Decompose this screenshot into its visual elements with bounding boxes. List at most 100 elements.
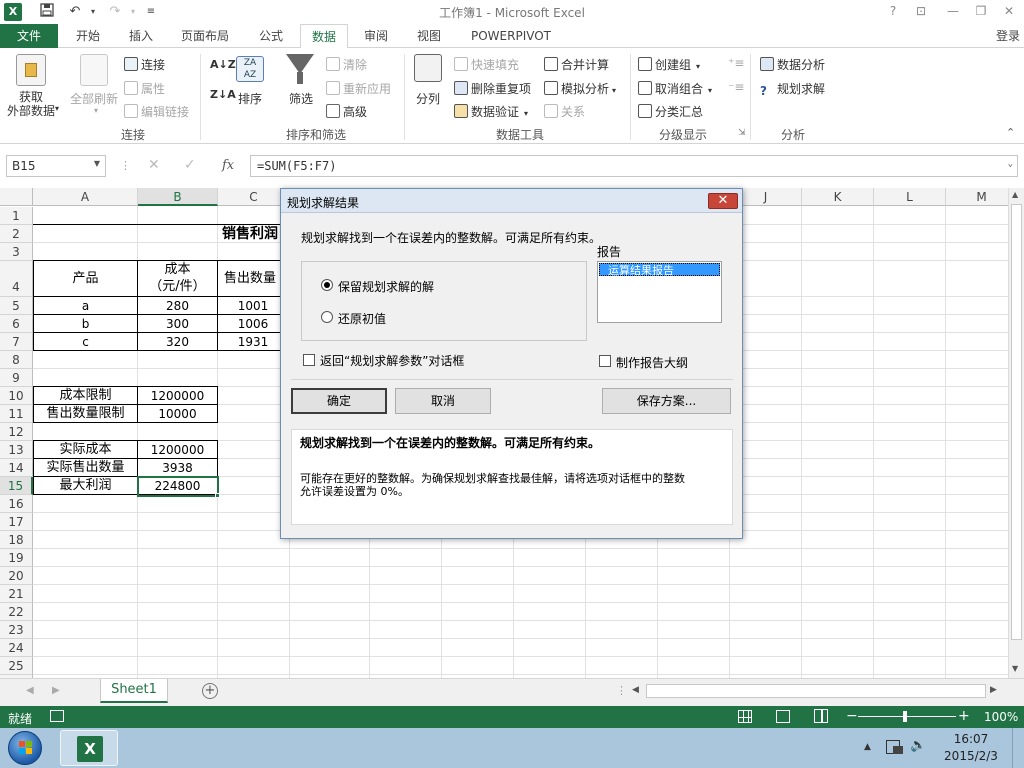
cell-a6[interactable]: b (34, 315, 137, 333)
ok-button[interactable]: 确定 (291, 388, 387, 414)
show-desktop-button[interactable] (1012, 728, 1024, 768)
cancel-button[interactable]: 取消 (395, 388, 491, 414)
restore-values-label[interactable]: 还原初值 (338, 310, 386, 327)
cell-c5[interactable]: 1001 (218, 297, 288, 315)
edit-links-button[interactable]: 编辑链接 (124, 103, 189, 120)
collapse-ribbon-icon[interactable]: ⌃ (1006, 126, 1015, 139)
outline-reports-checkbox[interactable] (599, 355, 611, 367)
horizontal-scrollbar[interactable] (646, 684, 986, 698)
row-header-20[interactable]: 20 (0, 567, 33, 585)
row-header-4[interactable]: 4 (0, 261, 33, 297)
sort-descending-button[interactable]: Z↓A (210, 88, 236, 101)
help-icon[interactable]: ? (882, 2, 904, 20)
tab-home[interactable]: 开始 (64, 24, 112, 48)
row-header-13[interactable]: 13 (0, 441, 33, 459)
tab-file[interactable]: 文件 (0, 24, 58, 48)
close-icon[interactable]: ✕ (998, 2, 1020, 20)
network-icon[interactable] (893, 746, 903, 754)
cell-b11[interactable]: 10000 (138, 405, 217, 423)
group-button[interactable]: 创建组 ▾ (638, 56, 700, 73)
column-header-b[interactable]: B (138, 188, 218, 206)
save-scenario-button[interactable]: 保存方案... (602, 388, 731, 414)
name-box-dropdown-icon[interactable]: ▼ (94, 159, 100, 168)
connections-button[interactable]: 连接 (124, 56, 165, 73)
row-header-14[interactable]: 14 (0, 459, 33, 477)
data-validation-button[interactable]: 数据验证 ▾ (454, 103, 528, 120)
cell-a15[interactable]: 最大利润 (34, 477, 137, 495)
cancel-entry-icon[interactable]: ✕ (148, 157, 160, 173)
cell-a5[interactable]: a (34, 297, 137, 315)
next-sheet-icon[interactable]: ▶ (52, 685, 60, 696)
cell-b14[interactable]: 3938 (138, 459, 217, 477)
row-header-25[interactable]: 25 (0, 657, 33, 675)
row-header-2[interactable]: 2 (0, 225, 33, 243)
tab-view[interactable]: 视图 (406, 24, 452, 48)
filter-button[interactable]: 筛选 (289, 90, 313, 107)
remove-duplicates-button[interactable]: 删除重复项 (454, 80, 531, 97)
refresh-all-dropdown-icon[interactable]: ▾ (94, 106, 98, 115)
cell-b13[interactable]: 1200000 (138, 441, 217, 459)
zoom-out-icon[interactable]: − (846, 708, 858, 724)
row-header-19[interactable]: 19 (0, 549, 33, 567)
prev-sheet-icon[interactable]: ◀ (26, 685, 34, 696)
minimize-icon[interactable]: — (942, 2, 964, 20)
get-external-data-button[interactable]: 获取 外部数据 (6, 90, 56, 118)
zoom-slider[interactable] (858, 716, 956, 717)
row-header-23[interactable]: 23 (0, 621, 33, 639)
ungroup-button[interactable]: 取消组合 ▾ (638, 80, 712, 97)
cell-a11[interactable]: 售出数量限制 (34, 405, 137, 423)
clock-time[interactable]: 16:07 (946, 732, 996, 746)
cell-a14[interactable]: 实际售出数量 (34, 459, 137, 477)
start-button-icon[interactable] (8, 731, 42, 765)
consolidate-button[interactable]: 合并计算 (544, 56, 609, 73)
keep-solution-label[interactable]: 保留规划求解的解 (338, 278, 434, 295)
cell-c7[interactable]: 1931 (218, 333, 288, 351)
header-cost[interactable]: 成本 （元/件） (138, 261, 217, 297)
outline-dialog-launcher-icon[interactable]: ⇲ (738, 128, 746, 138)
dialog-close-icon[interactable]: ✕ (708, 193, 738, 209)
column-header-m[interactable]: M (946, 188, 1008, 206)
zoom-in-icon[interactable]: + (958, 708, 970, 724)
return-to-parameters-checkbox[interactable] (303, 354, 315, 366)
hscroll-right-icon[interactable]: ▶ (990, 685, 997, 695)
scroll-thumb[interactable] (1011, 204, 1022, 640)
hide-detail-icon[interactable]: ⁻≡ (728, 80, 744, 94)
data-analysis-button[interactable]: 数据分析 (760, 56, 825, 73)
show-detail-icon[interactable]: ⁺≡ (728, 56, 744, 70)
flash-fill-button[interactable]: 快速填充 (454, 56, 519, 73)
add-sheet-icon[interactable]: + (202, 683, 218, 699)
zoom-slider-thumb[interactable] (903, 711, 907, 722)
cell-b6[interactable]: 300 (138, 315, 217, 333)
volume-icon[interactable]: 🔈 (910, 738, 926, 753)
row-header-10[interactable]: 10 (0, 387, 33, 405)
keep-solution-radio[interactable] (321, 279, 333, 291)
subtotal-button[interactable]: 分类汇总 (638, 103, 703, 120)
row-header-1[interactable]: 1 (0, 207, 33, 225)
tab-data[interactable]: 数据 (300, 24, 348, 49)
row-header-22[interactable]: 22 (0, 603, 33, 621)
page-break-view-icon[interactable] (814, 709, 828, 723)
expand-formula-icon[interactable]: ⌄ (1008, 159, 1013, 169)
sheet-bar-grip-icon[interactable]: ⋮ (616, 684, 627, 697)
clock-date[interactable]: 2015/2/3 (938, 749, 1004, 763)
tab-powerpivot[interactable]: POWERPIVOT (462, 24, 560, 48)
normal-view-icon[interactable] (738, 710, 752, 723)
tray-expand-icon[interactable]: ▲ (864, 742, 871, 752)
report-item-answer[interactable]: 运算结果报告 (599, 263, 720, 277)
relationships-button[interactable]: 关系 (544, 103, 585, 120)
scroll-down-icon[interactable]: ▼ (1012, 664, 1018, 673)
hscroll-left-icon[interactable]: ◀ (632, 685, 639, 695)
reports-listbox[interactable]: 运算结果报告 (597, 261, 722, 323)
row-header-11[interactable]: 11 (0, 405, 33, 423)
cell-a7[interactable]: c (34, 333, 137, 351)
header-qty[interactable]: 售出数量 (218, 261, 280, 297)
row-header-21[interactable]: 21 (0, 585, 33, 603)
macro-record-icon[interactable] (50, 710, 64, 722)
vertical-scrollbar[interactable]: ▲ ▼ (1008, 188, 1024, 678)
tab-formulas[interactable]: 公式 (248, 24, 294, 48)
header-product[interactable]: 产品 (34, 261, 137, 297)
clear-button[interactable]: 清除 (326, 56, 367, 73)
taskbar-excel-button[interactable]: X (60, 730, 118, 766)
row-header-12[interactable]: 12 (0, 423, 33, 441)
properties-button[interactable]: 属性 (124, 80, 165, 97)
